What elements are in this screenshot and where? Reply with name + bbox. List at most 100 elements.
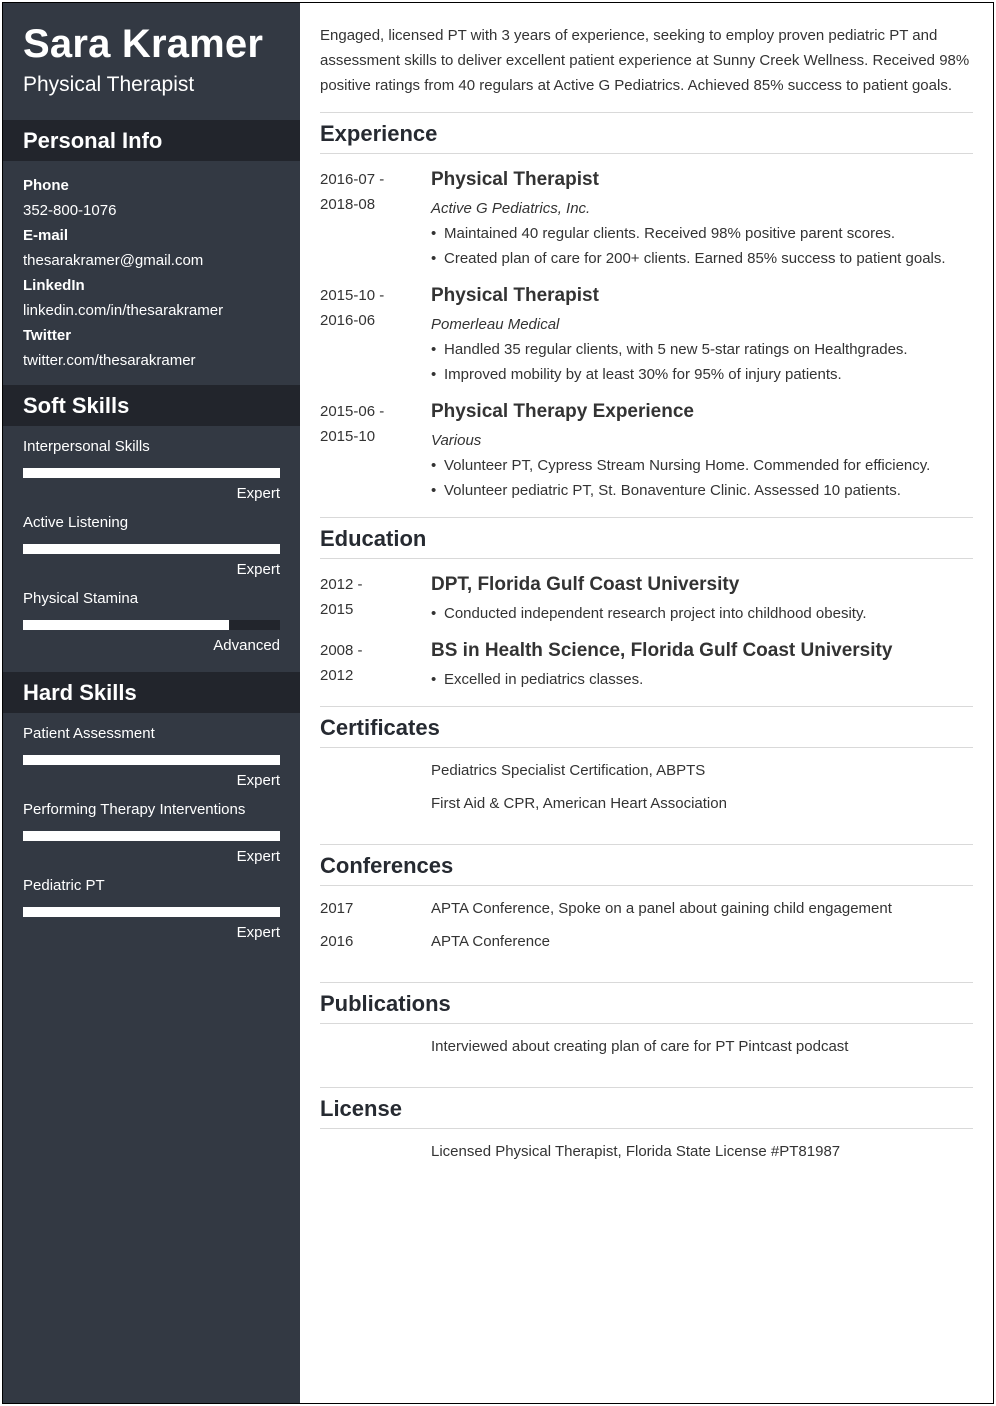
skill-item: Performing Therapy Interventions Expert [23, 799, 280, 868]
date-end: 2018-08 [320, 196, 376, 213]
skill-level: Expert [236, 848, 280, 865]
skill-bar [23, 468, 280, 478]
item-date: 2016 [320, 933, 354, 950]
bullet-item: Improved mobility by at least 30% for 95… [431, 362, 973, 387]
employer: Active G Pediatrics, Inc. [431, 200, 591, 217]
job-title: Physical Therapist [431, 169, 599, 190]
linkedin-value[interactable]: linkedin.com/in/thesarakramer [23, 298, 280, 323]
info-label: E-mail [23, 227, 69, 244]
skill-bar [23, 620, 280, 630]
conferences-list: 2017 APTA Conference, Spoke on a panel a… [320, 886, 973, 968]
soft-skills-heading: Soft Skills [3, 385, 300, 426]
skill-bar [23, 907, 280, 917]
skill-name: Active Listening [23, 514, 129, 531]
date-end: 2015 [320, 601, 354, 618]
item-text: First Aid & CPR, American Heart Associat… [431, 795, 727, 812]
bullet-item: Conducted independent research project i… [431, 601, 973, 626]
certificate-item: First Aid & CPR, American Heart Associat… [320, 791, 973, 816]
degree-title: DPT, Florida Gulf Coast University [431, 574, 740, 595]
skill-bar [23, 544, 280, 554]
skill-bar-fill [23, 907, 280, 917]
skill-level: Expert [236, 772, 280, 789]
skill-level: Expert [236, 924, 280, 941]
item-date: 2017 [320, 900, 354, 917]
skill-level: Expert [236, 485, 280, 502]
section-title: Certificates [320, 707, 973, 748]
personal-info-list: Phone 352-800-1076 E-mail thesarakramer@… [3, 161, 300, 385]
entry-date: 2008 - 2012 [320, 638, 431, 692]
section-title: License [320, 1088, 973, 1129]
bullet-item: Volunteer PT, Cypress Stream Nursing Hom… [431, 453, 973, 478]
hard-skills-list: Patient Assessment Expert Performing The… [3, 713, 300, 959]
skill-item: Active Listening Expert [23, 512, 280, 581]
item-text: Interviewed about creating plan of care … [431, 1038, 849, 1055]
education-entries: 2012 - 2015 DPT, Florida Gulf Coast Univ… [320, 559, 973, 692]
skill-name: Patient Assessment [23, 725, 155, 742]
publications-list: Interviewed about creating plan of care … [320, 1024, 973, 1073]
conference-item: 2016 APTA Conference [320, 929, 973, 954]
section-title: Publications [320, 983, 973, 1024]
item-date [320, 1034, 431, 1059]
item-date [320, 758, 431, 783]
job-title: Physical Therapist [431, 285, 599, 306]
info-label: Twitter [23, 327, 72, 344]
skill-name: Physical Stamina [23, 590, 139, 607]
date-start: 2012 - [320, 576, 363, 593]
skill-item: Physical Stamina Advanced [23, 588, 280, 657]
employer: Various [431, 432, 482, 449]
skill-item: Patient Assessment Expert [23, 723, 280, 792]
skill-name: Performing Therapy Interventions [23, 801, 246, 818]
info-label: LinkedIn [23, 277, 85, 294]
bullet-list: Excelled in pediatrics classes. [431, 667, 973, 692]
education-entry: 2012 - 2015 DPT, Florida Gulf Coast Univ… [320, 572, 973, 626]
skill-level: Advanced [213, 637, 280, 654]
hard-skills-heading: Hard Skills [3, 672, 300, 713]
skill-name: Interpersonal Skills [23, 438, 150, 455]
section-title: Education [320, 518, 973, 559]
info-phone: Phone 352-800-1076 [23, 173, 280, 223]
license-section: License Licensed Physical Therapist, Flo… [320, 1087, 973, 1178]
date-end: 2015-10 [320, 428, 376, 445]
candidate-role: Physical Therapist [23, 73, 195, 96]
bullet-item: Excelled in pediatrics classes. [431, 667, 973, 692]
entry-date: 2015-10 - 2016-06 [320, 283, 431, 387]
resume-page: Sara Kramer Physical Therapist Personal … [2, 2, 994, 1404]
skill-bar-fill [23, 620, 229, 630]
twitter-value[interactable]: twitter.com/thesarakramer [23, 348, 280, 373]
skill-name: Pediatric PT [23, 877, 105, 894]
certificates-list: Pediatrics Specialist Certification, ABP… [320, 748, 973, 830]
item-text: Pediatrics Specialist Certification, ABP… [431, 762, 706, 779]
section-title: Conferences [320, 845, 973, 886]
entry-body: BS in Health Science, Florida Gulf Coast… [431, 638, 973, 692]
education-entry: 2008 - 2012 BS in Health Science, Florid… [320, 638, 973, 692]
bullet-list: Handled 35 regular clients, with 5 new 5… [431, 337, 973, 387]
date-start: 2016-07 - [320, 171, 385, 188]
item-date [320, 1139, 431, 1164]
conference-item: 2017 APTA Conference, Spoke on a panel a… [320, 896, 973, 921]
experience-section: Experience 2016-07 - 2018-08 Physical Th… [320, 112, 973, 503]
bullet-list: Conducted independent research project i… [431, 601, 973, 626]
entry-date: 2016-07 - 2018-08 [320, 167, 431, 271]
email-value[interactable]: thesarakramer@gmail.com [23, 248, 280, 273]
skill-bar [23, 831, 280, 841]
entry-date: 2015-06 - 2015-10 [320, 399, 431, 503]
experience-entry: 2016-07 - 2018-08 Physical Therapist Act… [320, 167, 973, 271]
summary: Engaged, licensed PT with 3 years of exp… [320, 27, 970, 94]
skill-level: Expert [236, 561, 280, 578]
date-end: 2016-06 [320, 312, 376, 329]
certificates-section: Certificates Pediatrics Specialist Certi… [320, 706, 973, 830]
date-start: 2015-06 - [320, 403, 385, 420]
experience-entry: 2015-06 - 2015-10 Physical Therapy Exper… [320, 399, 973, 503]
info-label: Phone [23, 177, 69, 194]
bullet-item: Created plan of care for 200+ clients. E… [431, 246, 973, 271]
sidebar: Sara Kramer Physical Therapist Personal … [3, 3, 300, 1403]
bullet-list: Volunteer PT, Cypress Stream Nursing Hom… [431, 453, 973, 503]
job-title: Physical Therapy Experience [431, 401, 694, 422]
entry-body: Physical Therapist Pomerleau Medical Han… [431, 283, 973, 387]
publication-item: Interviewed about creating plan of care … [320, 1034, 973, 1059]
skill-bar-fill [23, 468, 280, 478]
date-start: 2015-10 - [320, 287, 385, 304]
bullet-item: Volunteer pediatric PT, St. Bonaventure … [431, 478, 973, 503]
soft-skills-list: Interpersonal Skills Expert Active Liste… [3, 426, 300, 672]
date-end: 2012 [320, 667, 354, 684]
